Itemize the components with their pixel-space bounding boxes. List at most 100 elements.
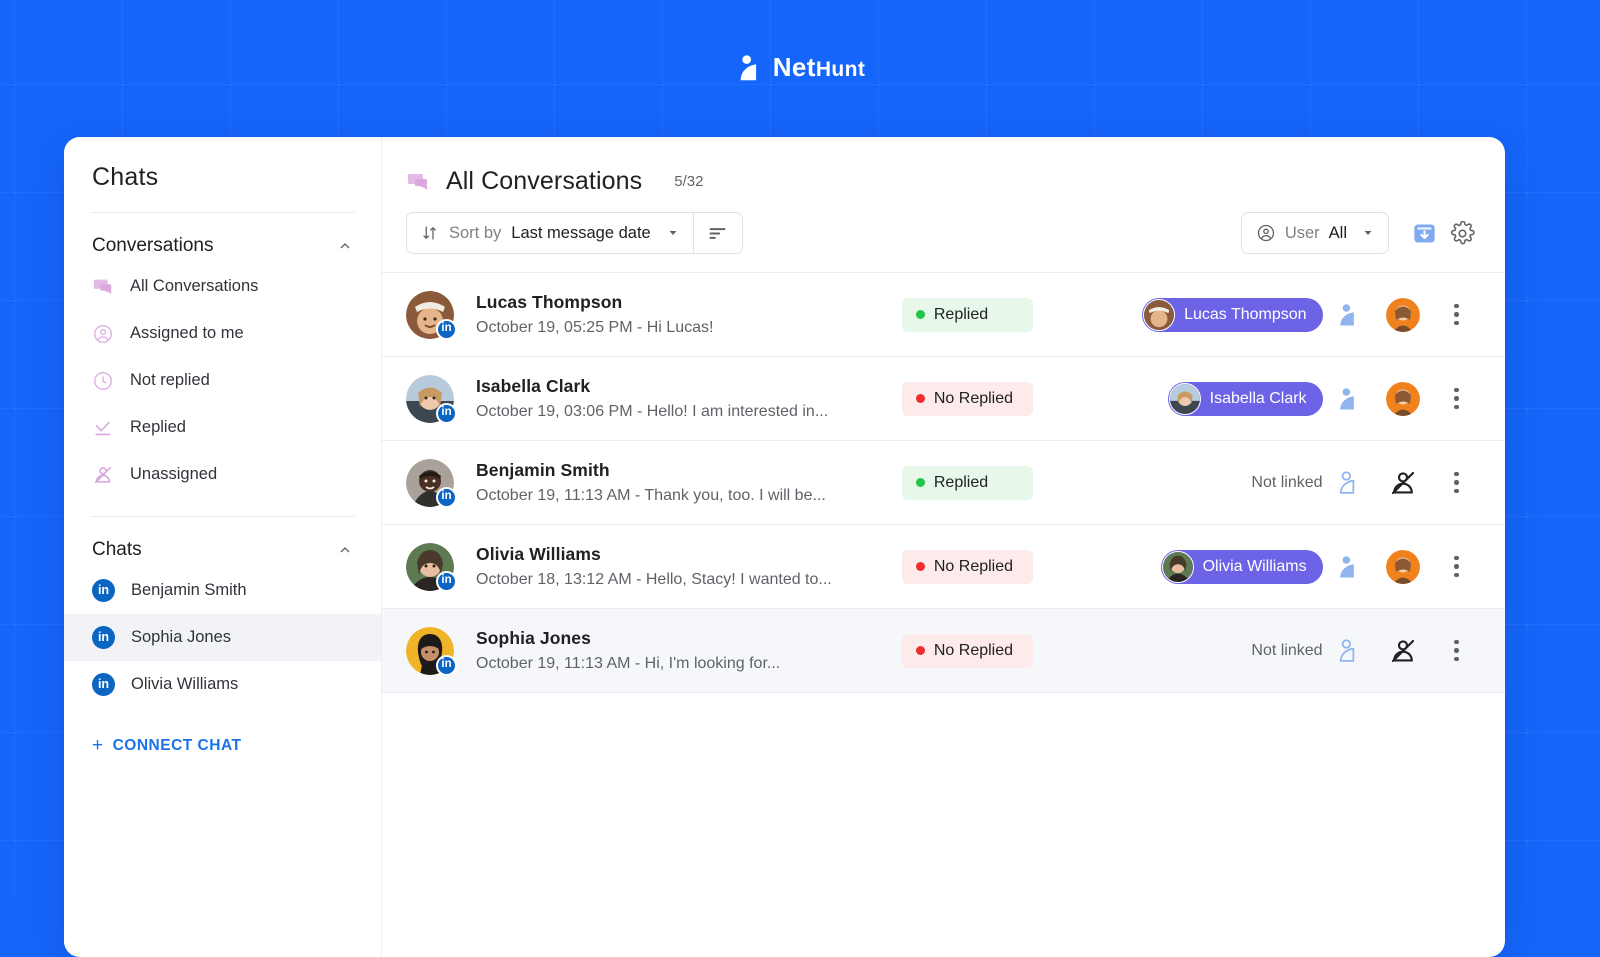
conversation-text: Isabella Clark October 19, 03:06 PM - He… <box>476 376 902 421</box>
toolbar-left: Sort by Last message date <box>406 212 743 254</box>
user-crossed-icon[interactable] <box>1388 636 1418 666</box>
linkedin-icon: in <box>92 673 115 696</box>
conversation-text: Lucas Thompson October 19, 05:25 PM - Hi… <box>476 292 902 337</box>
sidebar-chat-olivia-williams[interactable]: in Olivia Williams <box>64 661 381 708</box>
sidebar-item-assigned-to-me[interactable]: Assigned to me <box>64 310 381 357</box>
brand-name: NetHunt <box>773 52 866 83</box>
linked-contact-cell: Not linked <box>1087 642 1322 660</box>
sidebar-chat-benjamin-smith[interactable]: in Benjamin Smith <box>64 567 381 614</box>
sidebar-item-label: Replied <box>130 418 186 436</box>
kebab-menu-icon[interactable] <box>1445 639 1467 662</box>
kebab-menu-icon[interactable] <box>1445 555 1467 578</box>
sidebar-item-unassigned[interactable]: Unassigned <box>64 451 381 498</box>
settings-button[interactable] <box>1443 214 1481 252</box>
status-badge: No Replied <box>901 633 1033 668</box>
kebab-menu-icon[interactable] <box>1445 471 1467 494</box>
contact-name: Lucas Thompson <box>476 292 623 312</box>
table-row[interactable]: in Olivia Williams October 18, 13:12 AM … <box>382 525 1505 609</box>
table-row[interactable]: in Sophia Jones October 19, 11:13 AM - H… <box>382 609 1505 693</box>
table-row[interactable]: in Lucas Thompson October 19, 05:25 PM -… <box>382 273 1505 357</box>
connect-chat-label: CONNECT CHAT <box>112 736 242 754</box>
avatar: in <box>406 458 457 508</box>
main-header: All Conversations 5/32 <box>382 137 1505 196</box>
linked-contact-label: Olivia Williams <box>1202 557 1307 575</box>
conversation-list: in Lucas Thompson October 19, 05:25 PM -… <box>382 272 1505 693</box>
kebab-menu-icon[interactable] <box>1445 387 1467 410</box>
sidebar-section-chats[interactable]: Chats <box>64 517 381 567</box>
plus-icon: + <box>92 735 104 756</box>
user-filter-value: All <box>1328 223 1347 242</box>
chip-avatar <box>1161 550 1194 583</box>
toolbar: Sort by Last message date User All <box>382 196 1505 272</box>
conversations-icon <box>408 173 427 190</box>
app-window: Chats Conversations All Conversations As… <box>64 137 1505 957</box>
linked-contact-chip[interactable]: Isabella Clark <box>1167 381 1323 416</box>
linked-contact-chip[interactable]: Olivia Williams <box>1160 549 1323 584</box>
status-label: No Replied <box>933 641 1014 659</box>
sidebar-item-label: Assigned to me <box>130 324 244 342</box>
sidebar-item-label: All Conversations <box>130 277 259 295</box>
brand-name-part2: Hunt <box>815 58 866 81</box>
status-badge: No Replied <box>901 549 1033 584</box>
sidebar-chat-label: Sophia Jones <box>131 628 231 646</box>
linkedin-icon: in <box>436 402 457 424</box>
linkedin-icon: in <box>436 318 457 340</box>
assignee-cell <box>1376 381 1429 416</box>
user-filter-dropdown[interactable]: User All <box>1240 212 1389 254</box>
sidebar-title: Chats <box>92 163 159 191</box>
sort-value: Last message date <box>511 223 651 242</box>
status-badge: No Replied <box>901 381 1033 416</box>
sidebar-section-label: Chats <box>92 539 142 560</box>
sidebar-item-not-replied[interactable]: Not replied <box>64 357 381 404</box>
contact-name: Isabella Clark <box>476 376 591 396</box>
link-action-cell <box>1323 637 1376 665</box>
brand-logo: NetHunt <box>0 52 1600 83</box>
status-dot <box>915 478 925 487</box>
linked-contact-chip[interactable]: Lucas Thompson <box>1142 297 1323 332</box>
list-empty-space <box>382 693 1505 957</box>
status-dot <box>915 310 925 319</box>
sort-lines-button[interactable] <box>694 213 742 253</box>
nethunt-link-filled-icon[interactable] <box>1335 385 1363 413</box>
contact-name: Olivia Williams <box>476 544 601 564</box>
sidebar-section-conversations[interactable]: Conversations <box>64 213 381 263</box>
assignee-avatar[interactable] <box>1385 381 1420 416</box>
nethunt-link-outline-icon[interactable] <box>1335 469 1363 497</box>
connect-chat-button[interactable]: + CONNECT CHAT <box>64 708 381 755</box>
sidebar-item-replied[interactable]: Replied <box>64 404 381 451</box>
contact-name: Sophia Jones <box>476 628 591 648</box>
status-label: Replied <box>933 473 989 491</box>
status-label: Replied <box>933 305 989 323</box>
kebab-menu-icon[interactable] <box>1445 303 1467 326</box>
main-panel: All Conversations 5/32 Sort by Last mess… <box>382 137 1505 957</box>
table-row[interactable]: in Isabella Clark October 19, 03:06 PM -… <box>382 357 1505 441</box>
message-snippet: October 19, 03:06 PM - Hello! I am inter… <box>476 403 829 420</box>
sidebar-item-all-conversations[interactable]: All Conversations <box>64 263 381 310</box>
row-menu-cell <box>1430 639 1483 662</box>
chevron-down-icon <box>669 231 677 235</box>
status-dot <box>915 646 925 655</box>
assignee-avatar[interactable] <box>1385 297 1420 332</box>
sort-arrows-icon <box>423 226 436 240</box>
sidebar-chat-sophia-jones[interactable]: in Sophia Jones <box>64 614 381 661</box>
assignee-cell <box>1376 636 1429 666</box>
user-crossed-icon[interactable] <box>1388 468 1418 498</box>
status-label: No Replied <box>933 389 1014 407</box>
archive-button[interactable] <box>1405 214 1443 252</box>
not-linked-label: Not linked <box>1251 473 1323 491</box>
user-filter-prefix: User <box>1284 223 1320 242</box>
table-row[interactable]: in Benjamin Smith October 19, 11:13 AM -… <box>382 441 1505 525</box>
user-circle-icon <box>94 324 112 343</box>
chevron-down-icon <box>1364 231 1372 235</box>
nethunt-link-outline-icon[interactable] <box>1335 637 1363 665</box>
avatar: in <box>406 542 457 592</box>
avatar: in <box>406 290 457 340</box>
chevron-up-icon <box>340 243 350 249</box>
clock-icon <box>94 371 112 390</box>
nethunt-link-filled-icon[interactable] <box>1335 301 1363 329</box>
nethunt-logo-mark-icon <box>740 54 756 80</box>
nethunt-link-filled-icon[interactable] <box>1335 553 1363 581</box>
assignee-cell <box>1376 549 1429 584</box>
assignee-avatar[interactable] <box>1385 549 1420 584</box>
sort-by-dropdown[interactable]: Sort by Last message date <box>407 213 693 253</box>
